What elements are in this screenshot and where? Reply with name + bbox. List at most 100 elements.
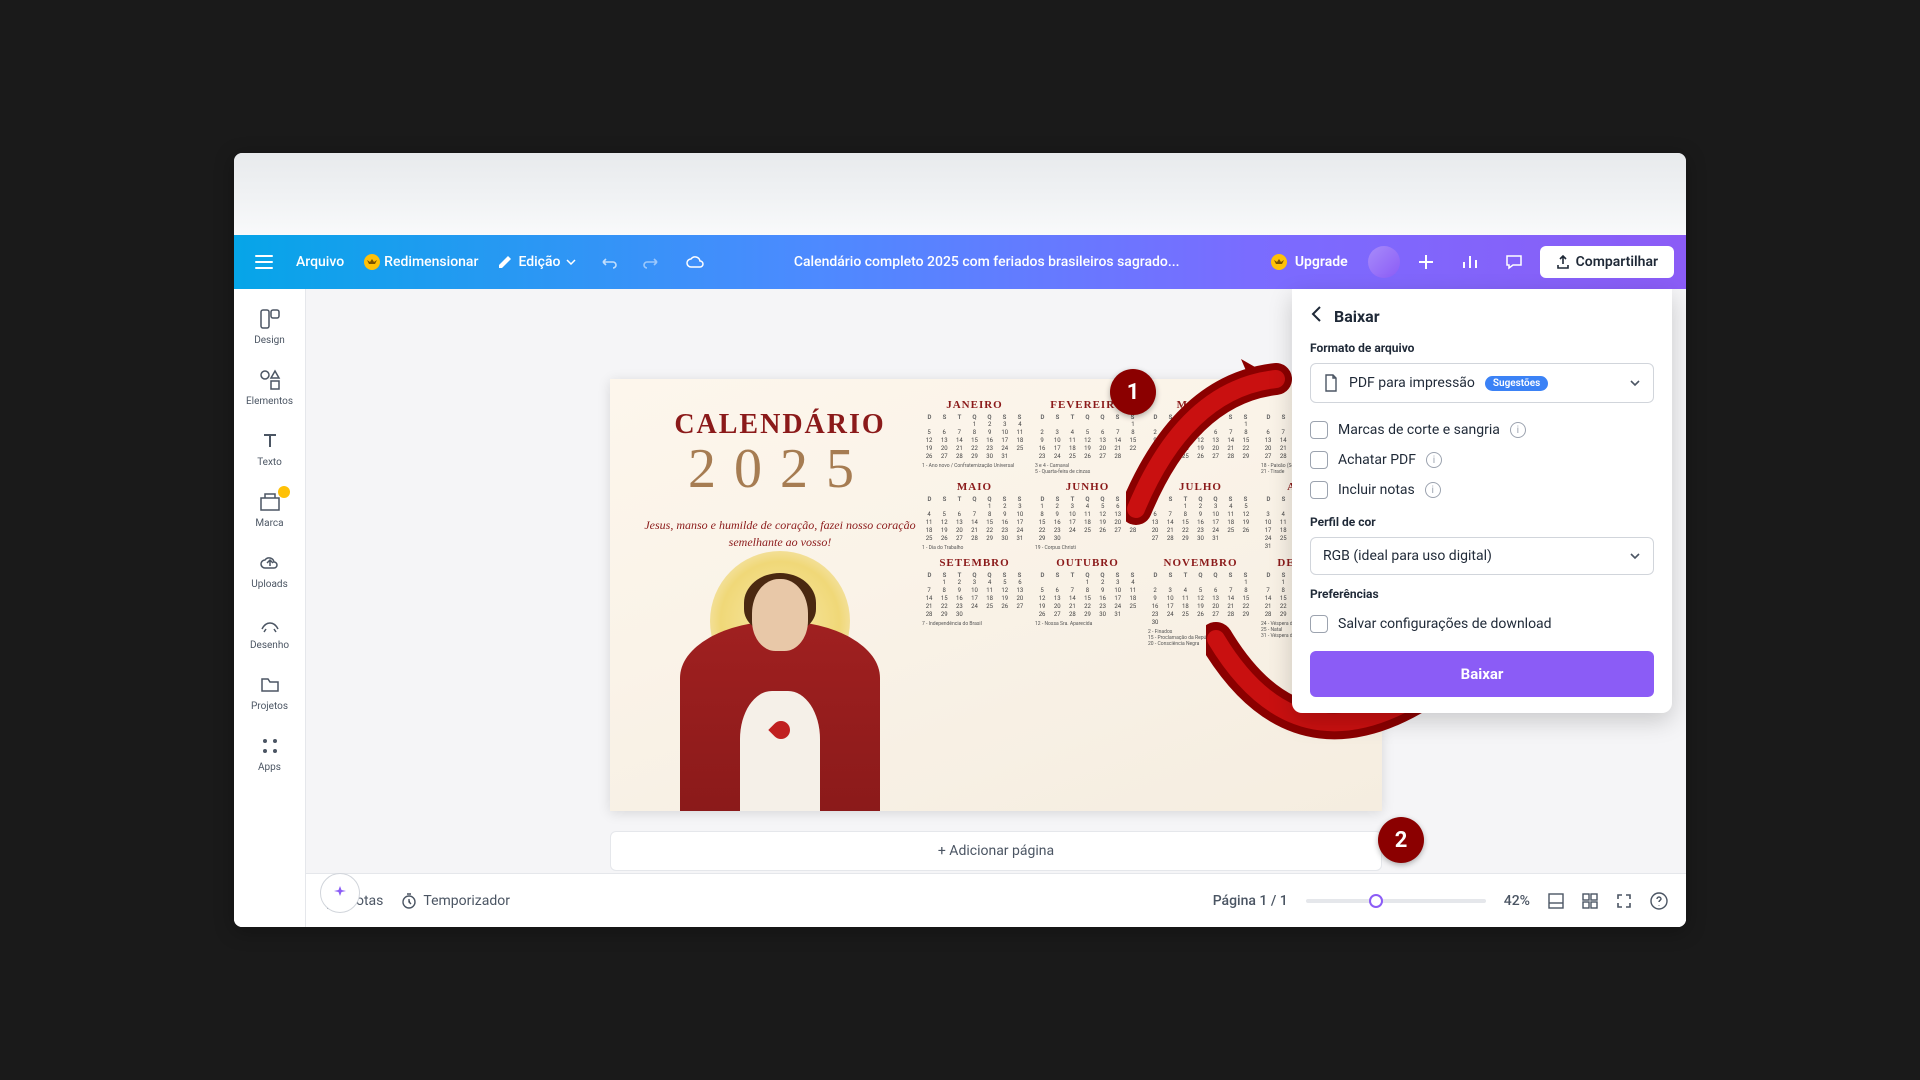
jesus-illustration [680,551,880,811]
calendar-title-block: CALENDÁRIO 2025 Jesus, manso e humilde d… [640,409,920,551]
download-panel: Baixar Formato de arquivo PDF para impre… [1292,289,1672,713]
redo-button[interactable] [634,244,670,280]
elements-icon [258,368,282,392]
include-notes-option[interactable]: Incluir notas i [1310,475,1654,505]
top-toolbar: Arquivo Redimensionar Edição Calendário … [234,235,1686,289]
upload-icon [1556,255,1570,269]
premium-badge-icon [278,486,290,498]
chevron-down-icon [1629,379,1641,387]
page-indicator: Página 1 / 1 [1213,893,1288,909]
slider-thumb[interactable] [1369,894,1383,908]
sidebar-item-uploads[interactable]: Uploads [238,541,302,600]
upgrade-label: Upgrade [1295,254,1348,270]
calendar-year: 2025 [640,437,920,501]
calendar-quote: Jesus, manso e humilde de coração, fazei… [640,517,920,551]
upgrade-button[interactable]: Upgrade [1259,248,1360,276]
cloud-sync-icon[interactable] [678,244,714,280]
apps-icon [258,734,282,758]
chevron-down-icon [1629,552,1641,560]
user-avatar[interactable] [1368,246,1400,278]
main-area: Design Elementos Texto Marca Uploads Des… [234,289,1686,927]
preferences-label: Preferências [1310,587,1654,601]
hamburger-menu-icon[interactable] [246,244,282,280]
chevron-down-icon [566,259,576,265]
back-button[interactable] [1310,305,1322,327]
suggestion-badge: Sugestões [1485,376,1548,391]
timer-label: Temporizador [423,893,510,909]
document-title[interactable]: Calendário completo 2025 com feriados br… [794,254,1180,270]
save-preferences-option[interactable]: Salvar configurações de download [1310,609,1654,639]
undo-button[interactable] [590,244,626,280]
document-icon [1323,374,1339,392]
crop-marks-option[interactable]: Marcas de corte e sangria i [1310,415,1654,445]
crown-icon [1271,254,1287,270]
option-label: Achatar PDF [1338,452,1416,468]
annotation-number-2: 2 [1378,817,1424,863]
color-value: RGB (ideal para uso digital) [1323,548,1492,564]
sidebar-item-projects[interactable]: Projetos [238,663,302,722]
add-page-button[interactable]: + Adicionar página [610,831,1382,871]
format-label: Formato de arquivo [1310,341,1654,355]
design-icon [258,307,282,331]
crown-icon [364,254,380,270]
app-window: Arquivo Redimensionar Edição Calendário … [234,153,1686,927]
pencil-icon [498,255,512,269]
option-label: Salvar configurações de download [1338,616,1552,632]
checkbox[interactable] [1310,421,1328,439]
sidebar-label: Design [254,335,285,346]
sidebar-item-apps[interactable]: Apps [238,724,302,783]
sidebar-label: Uploads [251,579,287,590]
add-button[interactable] [1408,244,1444,280]
file-menu[interactable]: Arquivo [290,254,350,270]
edit-menu[interactable]: Edição [492,254,582,270]
bottom-toolbar: Notas Temporizador Página 1 / 1 42% [306,873,1686,927]
analytics-icon[interactable] [1452,244,1488,280]
color-profile-select[interactable]: RGB (ideal para uso digital) [1310,537,1654,575]
draw-icon [258,612,282,636]
annotation-number-1: 1 [1110,369,1156,415]
left-sidebar: Design Elementos Texto Marca Uploads Des… [234,289,306,927]
magic-assistant-button[interactable] [320,873,360,913]
sidebar-item-brand[interactable]: Marca [238,480,302,539]
timer-icon [401,893,417,909]
resize-menu[interactable]: Redimensionar [358,254,484,270]
sidebar-item-design[interactable]: Design [238,297,302,356]
resize-label: Redimensionar [384,254,478,270]
file-format-select[interactable]: PDF para impressão Sugestões [1310,363,1654,403]
option-label: Incluir notas [1338,482,1415,498]
fullscreen-button[interactable] [1616,893,1632,909]
checkbox[interactable] [1310,451,1328,469]
sidebar-item-text[interactable]: Texto [238,419,302,478]
sidebar-label: Texto [257,457,282,468]
comment-icon[interactable] [1496,244,1532,280]
zoom-slider[interactable] [1306,899,1486,903]
zoom-level[interactable]: 42% [1504,893,1530,909]
view-thumbnails-button[interactable] [1582,893,1598,909]
sidebar-item-elements[interactable]: Elementos [238,358,302,417]
edit-label: Edição [518,254,560,270]
share-button[interactable]: Compartilhar [1540,246,1674,278]
share-label: Compartilhar [1576,254,1658,270]
checkbox[interactable] [1310,481,1328,499]
sidebar-item-draw[interactable]: Desenho [238,602,302,661]
sidebar-label: Elementos [246,396,293,407]
sidebar-label: Marca [255,518,283,529]
info-icon[interactable]: i [1425,482,1441,498]
text-icon [258,429,282,453]
format-value: PDF para impressão [1349,375,1475,391]
sidebar-label: Apps [258,762,281,773]
info-icon[interactable]: i [1510,422,1526,438]
view-grid-button[interactable] [1548,893,1564,909]
flatten-pdf-option[interactable]: Achatar PDF i [1310,445,1654,475]
design-canvas[interactable]: CALENDÁRIO 2025 Jesus, manso e humilde d… [610,379,1382,811]
timer-button[interactable]: Temporizador [401,893,510,909]
color-profile-label: Perfil de cor [1310,515,1654,529]
panel-title: Baixar [1334,307,1380,326]
checkbox[interactable] [1310,615,1328,633]
sidebar-label: Projetos [251,701,288,712]
help-button[interactable] [1650,892,1668,910]
download-button[interactable]: Baixar [1310,651,1654,697]
uploads-icon [258,551,282,575]
option-label: Marcas de corte e sangria [1338,422,1500,438]
info-icon[interactable]: i [1426,452,1442,468]
